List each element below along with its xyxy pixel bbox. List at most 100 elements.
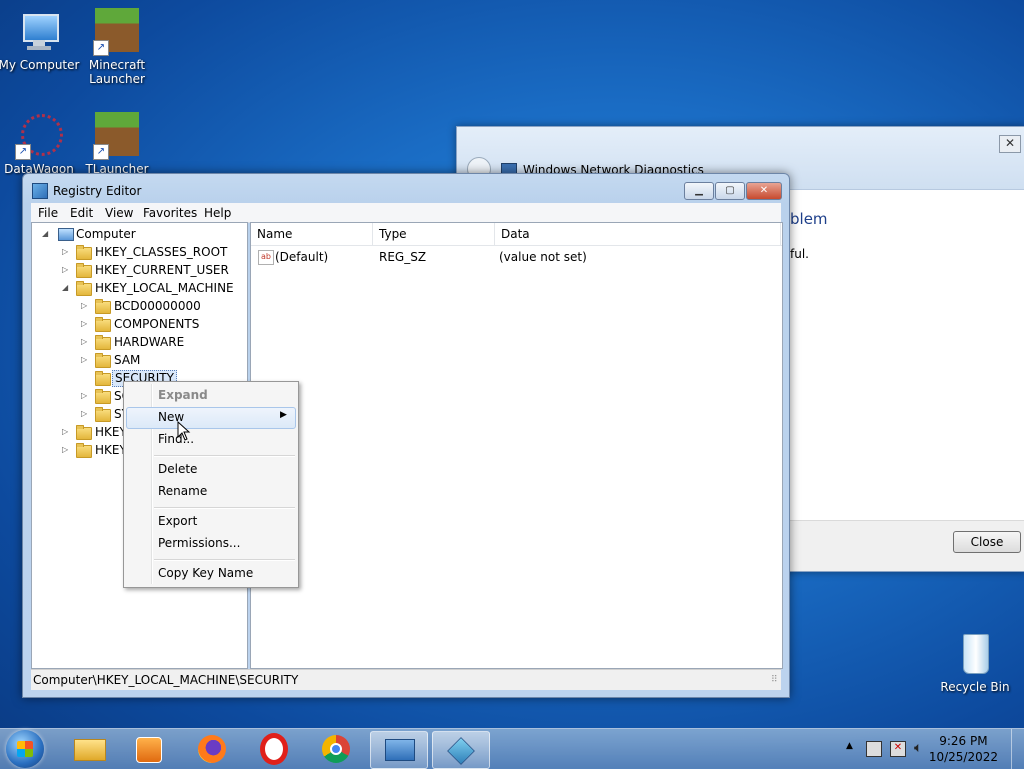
registry-editor-icon — [447, 737, 475, 765]
expand-arrow-icon[interactable]: ▷ — [81, 351, 91, 369]
expand-arrow-icon[interactable]: ▷ — [62, 243, 72, 261]
desktop-icon-tlauncher[interactable]: ↗ TLauncher — [75, 112, 159, 176]
menu-help[interactable]: Help — [204, 206, 231, 220]
column-header-name[interactable]: Name — [251, 223, 373, 245]
expand-arrow-icon[interactable]: ▷ — [81, 297, 91, 315]
menu-item-copy-key-name[interactable]: Copy Key Name — [158, 566, 253, 580]
desktop-icon-my-computer[interactable]: My Computer — [0, 8, 81, 72]
taskbar-registry-editor[interactable] — [432, 731, 490, 769]
desktop-icon-label: Minecraft Launcher — [88, 58, 146, 86]
minecraft-block-icon: ↗ — [93, 112, 141, 160]
menu-edit[interactable]: Edit — [70, 206, 93, 220]
menu-file[interactable]: File — [38, 206, 58, 220]
menu-separator — [154, 507, 295, 509]
desktop-icon-recycle-bin[interactable]: Recycle Bin — [933, 630, 1017, 694]
expand-arrow-icon[interactable]: ▷ — [81, 333, 91, 351]
minecraft-block-icon: ↗ — [93, 8, 141, 56]
folder-icon — [95, 299, 111, 314]
close-icon[interactable]: ✕ — [999, 135, 1021, 153]
regedit-app-icon — [32, 183, 48, 199]
list-header-divider — [251, 245, 782, 246]
regedit-titlebar[interactable]: Registry Editor ▁ ▢ ✕ — [23, 174, 789, 204]
status-bar: Computer\HKEY_LOCAL_MACHINE\SECURITY ⠿ — [31, 669, 781, 690]
folder-icon — [95, 407, 111, 422]
context-menu: Expand New ▶ Find... Delete Rename Expor… — [123, 381, 299, 588]
datawagon-icon: ↗ — [15, 112, 63, 160]
menu-separator — [154, 455, 295, 457]
table-row[interactable]: ab (Default) REG_SZ (value not set) — [251, 247, 782, 267]
collapse-arrow-icon[interactable]: ◢ — [62, 279, 72, 297]
taskbar-chrome[interactable] — [308, 731, 364, 767]
taskbar-firefox[interactable] — [184, 731, 240, 767]
diagnostics-heading: blem — [790, 210, 828, 228]
opera-icon — [260, 733, 288, 765]
chrome-icon — [322, 735, 350, 763]
show-desktop-button[interactable] — [1011, 729, 1024, 769]
diagnostics-close-button[interactable]: Close — [953, 531, 1021, 553]
menu-favorites[interactable]: Favorites — [143, 206, 197, 220]
folder-icon — [76, 443, 92, 458]
folder-icon — [76, 425, 92, 440]
menu-item-delete[interactable]: Delete — [158, 462, 197, 476]
clock-date: 10/25/2022 — [928, 750, 998, 764]
folder-icon — [95, 353, 111, 368]
maximize-button[interactable]: ▢ — [715, 182, 745, 200]
menu-separator — [154, 559, 295, 561]
registry-values-list[interactable]: Name Type Data ab (Default) REG_SZ (valu… — [250, 222, 783, 669]
shortcut-arrow-icon: ↗ — [93, 40, 109, 56]
show-hidden-icons-icon[interactable]: ▲ — [846, 741, 853, 751]
volume-icon[interactable]: 🔈︎ — [914, 740, 922, 756]
desktop-icon-datawagon[interactable]: ↗ DataWagon — [0, 112, 81, 176]
minimize-button[interactable]: ▁ — [684, 182, 714, 200]
value-name: (Default) — [275, 250, 329, 264]
computer-icon — [58, 228, 74, 241]
windows-logo-icon — [17, 741, 33, 757]
folder-icon — [95, 371, 111, 386]
folder-icon — [95, 389, 111, 404]
expand-arrow-icon[interactable]: ▷ — [81, 315, 91, 333]
taskbar: ▲ ✕ 🔈︎ 9:26 PM 10/25/2022 — [0, 728, 1024, 769]
taskbar-media-player[interactable] — [122, 731, 178, 767]
desktop-icon-label: My Computer — [0, 58, 80, 72]
resize-grip-icon[interactable]: ⠿ — [771, 675, 778, 685]
menu-item-permissions[interactable]: Permissions... — [158, 536, 240, 550]
taskbar-network-diagnostics[interactable] — [370, 731, 428, 769]
network-diagnostics-icon — [385, 739, 415, 761]
menu-item-expand[interactable]: Expand — [158, 388, 208, 402]
media-player-icon — [136, 737, 162, 763]
system-clock[interactable]: 9:26 PM 10/25/2022 — [929, 733, 998, 765]
string-value-icon: ab — [258, 250, 274, 265]
expand-arrow-icon[interactable]: ▷ — [62, 261, 72, 279]
expand-arrow-icon[interactable]: ▷ — [62, 423, 72, 441]
expand-arrow-icon[interactable]: ▷ — [62, 441, 72, 459]
folder-icon — [95, 335, 111, 350]
shortcut-arrow-icon: ↗ — [15, 144, 31, 160]
close-button[interactable]: ✕ — [746, 182, 782, 200]
recycle-bin-icon — [951, 630, 999, 678]
folder-icon — [74, 739, 106, 761]
expand-arrow-icon[interactable]: ▷ — [81, 405, 91, 423]
diagnostics-text: ful. — [790, 247, 809, 261]
mouse-cursor-icon — [177, 421, 191, 441]
taskbar-explorer[interactable] — [62, 731, 118, 767]
column-header-type[interactable]: Type — [373, 223, 495, 245]
value-type: REG_SZ — [379, 250, 427, 264]
menu-item-rename[interactable]: Rename — [158, 484, 207, 498]
start-button[interactable] — [6, 730, 44, 768]
column-header-data[interactable]: Data — [495, 223, 781, 245]
menu-view[interactable]: View — [105, 206, 133, 220]
expand-arrow-icon[interactable]: ▷ — [81, 387, 91, 405]
desktop-icon-label: Recycle Bin — [940, 680, 1010, 694]
computer-icon — [15, 8, 63, 56]
value-data: (value not set) — [499, 250, 587, 264]
taskbar-opera[interactable] — [246, 731, 302, 767]
network-error-icon[interactable]: ✕ — [890, 741, 906, 757]
regedit-title: Registry Editor — [53, 184, 142, 198]
collapse-arrow-icon[interactable]: ◢ — [42, 225, 52, 243]
firefox-icon — [198, 735, 226, 763]
folder-icon — [76, 263, 92, 278]
menu-item-export[interactable]: Export — [158, 514, 197, 528]
action-center-icon[interactable] — [866, 741, 882, 757]
desktop-icon-minecraft-launcher[interactable]: ↗ Minecraft Launcher — [75, 8, 159, 86]
submenu-arrow-icon: ▶ — [280, 410, 287, 420]
